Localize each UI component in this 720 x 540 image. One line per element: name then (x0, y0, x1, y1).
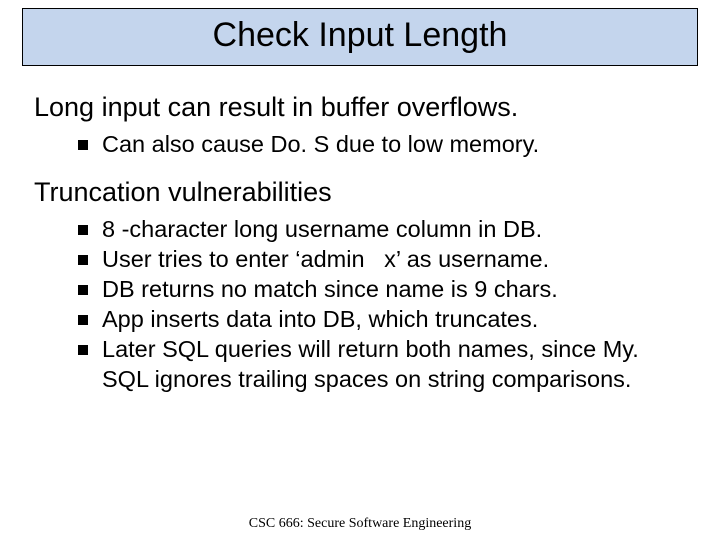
section-1-list: Can also cause Do. S due to low memory. (34, 129, 686, 159)
list-item-text: Can also cause Do. S due to low memory. (102, 131, 539, 157)
list-item-text: Later SQL queries will return both names… (102, 336, 639, 392)
slide-footer: CSC 666: Secure Software Engineering (0, 516, 720, 532)
section-2-list: 8 -character long username column in DB.… (34, 214, 686, 394)
slide-title: Check Input Length (213, 16, 508, 55)
list-item: User tries to enter ‘admin x’ as usernam… (78, 244, 686, 274)
list-item: Can also cause Do. S due to low memory. (78, 129, 686, 159)
section-heading-2: Truncation vulnerabilities (34, 177, 686, 208)
slide: Check Input Length Long input can result… (0, 8, 720, 540)
title-bar: Check Input Length (22, 8, 698, 66)
list-item: DB returns no match since name is 9 char… (78, 274, 686, 304)
section-heading-1: Long input can result in buffer overflow… (34, 92, 686, 123)
list-item-text: DB returns no match since name is 9 char… (102, 276, 558, 302)
list-item-text: User tries to enter ‘admin x’ as usernam… (102, 246, 549, 272)
list-item: App inserts data into DB, which truncate… (78, 304, 686, 334)
list-item-text: App inserts data into DB, which truncate… (102, 306, 538, 332)
list-item: Later SQL queries will return both names… (78, 334, 686, 394)
list-item-text: 8 -character long username column in DB. (102, 216, 542, 242)
slide-body: Long input can result in buffer overflow… (0, 66, 720, 395)
list-item: 8 -character long username column in DB. (78, 214, 686, 244)
